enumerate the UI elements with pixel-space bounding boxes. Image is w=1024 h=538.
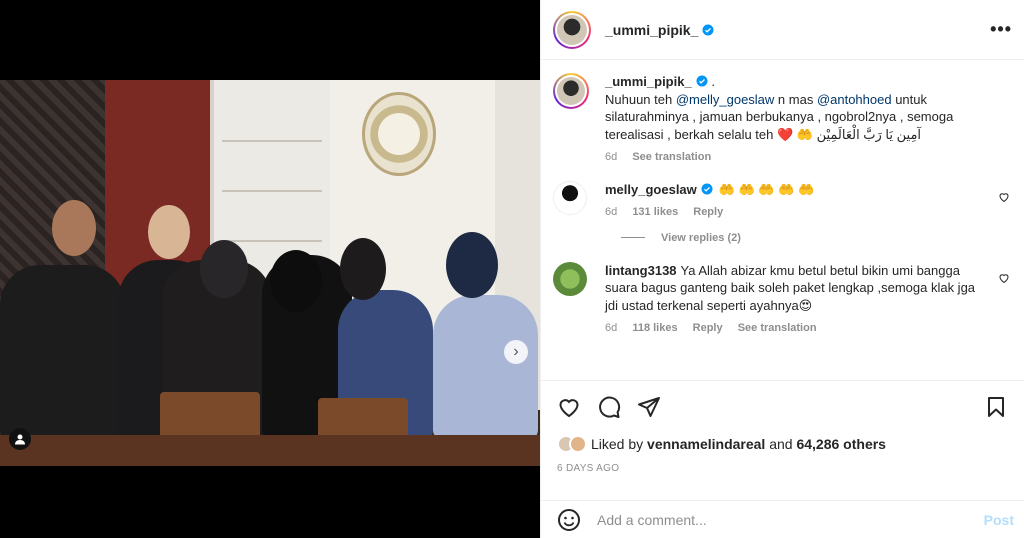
- next-media-button[interactable]: ›: [504, 340, 528, 364]
- heart-icon[interactable]: [998, 272, 1010, 284]
- comment-icon[interactable]: [597, 395, 621, 419]
- post-media: ›: [0, 0, 540, 538]
- comment-likes-count[interactable]: 118 likes: [632, 322, 677, 334]
- liker-username[interactable]: vennamelindareal: [647, 436, 765, 452]
- comment-age: 6d: [605, 322, 618, 334]
- post-header: _ummi_pipik_ •••: [541, 0, 1024, 60]
- comment-text: 🤲 🤲 🤲 🤲 🤲: [718, 181, 815, 197]
- see-translation-button[interactable]: See translation: [632, 151, 711, 163]
- likes-others-link[interactable]: 64,286 others: [796, 436, 886, 452]
- likes-summary: Liked by vennamelindareal and 64,286 oth…: [557, 435, 1008, 453]
- user-tag-button[interactable]: [9, 428, 31, 450]
- dining-table: [0, 435, 540, 466]
- mention-link[interactable]: @melly_goeslaw: [676, 92, 774, 107]
- instagram-post-modal: › _ummi_pipik_ ••• _ummi_pipik_ . Nuhuun…: [0, 0, 1024, 538]
- bookmark-icon[interactable]: [984, 395, 1008, 419]
- commenter-username[interactable]: lintang3138: [605, 263, 677, 278]
- author-username[interactable]: _ummi_pipik_: [605, 22, 698, 38]
- comment: melly_goeslaw 🤲 🤲 🤲 🤲 🤲 6d 131 likes Repl…: [553, 180, 1010, 222]
- post-sidebar: _ummi_pipik_ ••• _ummi_pipik_ . Nuhuun t…: [540, 0, 1024, 538]
- author-avatar[interactable]: [553, 10, 591, 49]
- wall-plate-decoration: [362, 92, 436, 176]
- verified-badge-icon: [701, 183, 713, 194]
- commenter-avatar[interactable]: [553, 180, 587, 215]
- mention-link[interactable]: @antohhoed: [817, 92, 892, 107]
- commenter-username[interactable]: melly_goeslaw: [605, 182, 697, 197]
- caption-username[interactable]: _ummi_pipik_: [605, 74, 692, 89]
- caption-age: 6d: [605, 151, 618, 163]
- verified-badge-icon: [696, 75, 708, 87]
- see-translation-button[interactable]: See translation: [738, 322, 817, 334]
- caption-text: Nuhuun teh @melly_goeslaw n mas @antohho…: [605, 91, 954, 142]
- caption: _ummi_pipik_ . Nuhuun teh @melly_goeslaw…: [553, 73, 1010, 167]
- comment: lintang3138 Ya Allah abizar kmu betul bet…: [553, 261, 1010, 338]
- more-options-button[interactable]: •••: [990, 19, 1012, 40]
- comments-list[interactable]: _ummi_pipik_ . Nuhuun teh @melly_goeslaw…: [541, 61, 1024, 379]
- post-comment-button[interactable]: Post: [984, 512, 1014, 528]
- heart-icon[interactable]: [557, 395, 581, 419]
- view-replies-button[interactable]: View replies (2): [621, 232, 1010, 244]
- liker-avatar: [569, 435, 587, 453]
- reply-button[interactable]: Reply: [693, 206, 723, 218]
- reply-button[interactable]: Reply: [693, 322, 723, 334]
- share-icon[interactable]: [637, 395, 661, 419]
- post-timestamp: 6 DAYS AGO: [557, 463, 620, 474]
- post-actions: Liked by vennamelindareal and 64,286 oth…: [541, 380, 1024, 474]
- heart-icon[interactable]: [998, 191, 1010, 203]
- comment-input[interactable]: [597, 511, 984, 528]
- chevron-right-icon: ›: [513, 343, 519, 360]
- post-photo[interactable]: ›: [0, 80, 540, 466]
- caption-avatar[interactable]: [553, 73, 589, 109]
- add-comment-bar: Post: [541, 500, 1024, 538]
- comment-likes-count[interactable]: 131 likes: [632, 206, 678, 218]
- user-tag-icon: [15, 434, 25, 445]
- commenter-avatar[interactable]: [553, 261, 587, 296]
- verified-badge-icon: [702, 24, 714, 35]
- comment-age: 6d: [605, 206, 618, 218]
- emoji-icon[interactable]: [557, 508, 581, 532]
